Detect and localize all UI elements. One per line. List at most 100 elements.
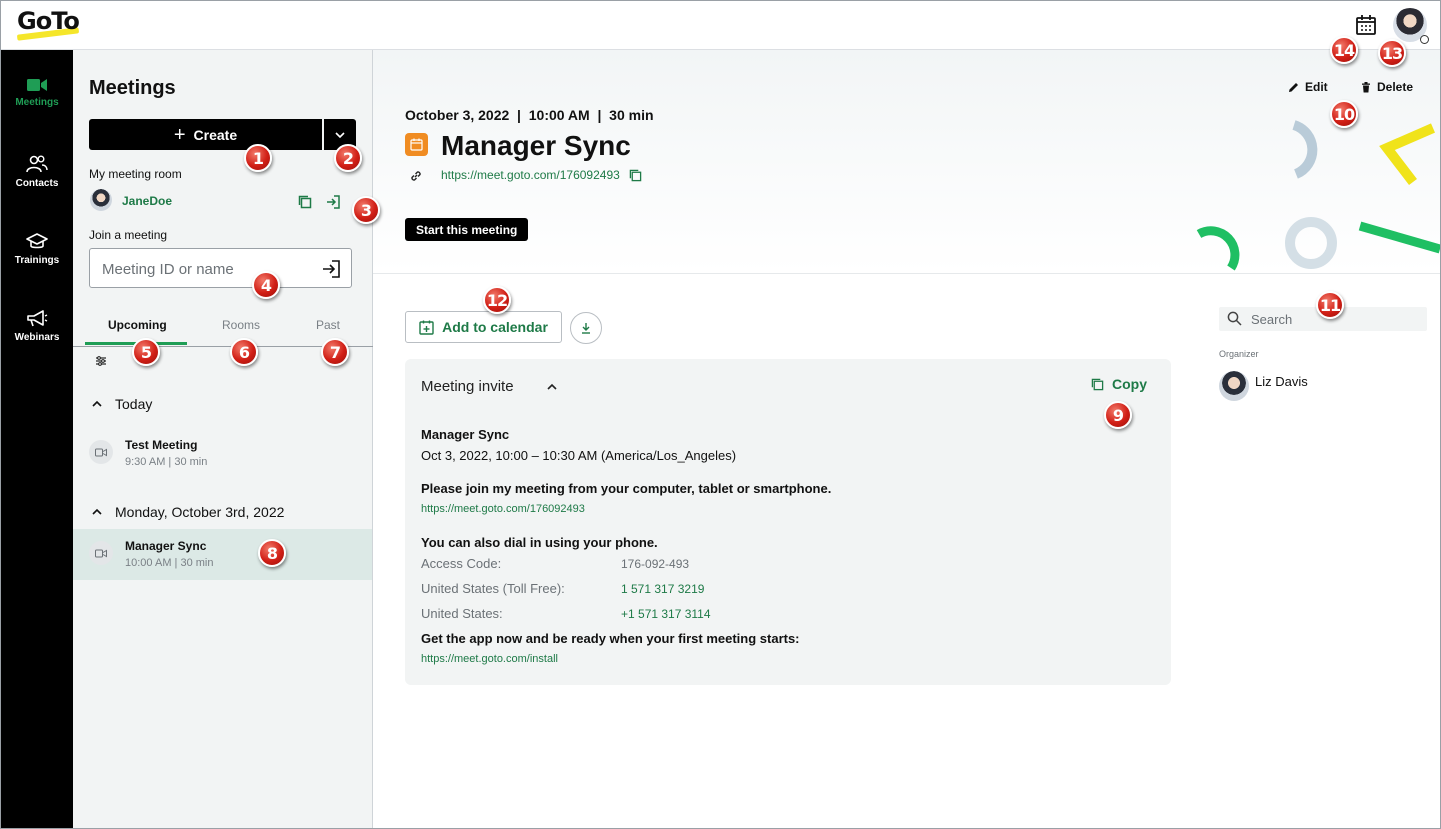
callout-9: 9 [1104, 401, 1132, 429]
group-header-today[interactable]: Today [91, 396, 152, 412]
tab-rooms[interactable]: Rooms [222, 318, 260, 332]
people-icon [26, 155, 48, 173]
room-avatar [90, 189, 112, 211]
start-meeting-button[interactable]: Start this meeting [405, 218, 529, 241]
pencil-icon [1289, 82, 1298, 92]
tollfree-number-link[interactable]: 1 571 317 3219 [621, 582, 704, 596]
callout-14: 14 [1330, 36, 1358, 64]
meeting-detail: Edit Delete October 3, 2022 | 10:00 AM |… [373, 50, 1440, 828]
my-room-label: My meeting room [89, 167, 182, 181]
logo-text: GoTo [17, 7, 80, 35]
meeting-list-item[interactable]: Test Meeting 9:30 AM | 30 min [73, 428, 372, 479]
video-camera-icon [89, 440, 113, 464]
nav-item-meetings[interactable]: Meetings [1, 77, 73, 108]
search-icon [1227, 311, 1242, 326]
invite-join-text: Please join my meeting from your compute… [421, 481, 832, 496]
decorative-shapes [1196, 120, 1440, 271]
access-code-label: Access Code: [421, 556, 502, 571]
add-calendar-label: Add to calendar [442, 319, 548, 335]
download-button[interactable] [570, 312, 602, 344]
create-label: Create [193, 126, 238, 143]
invite-when: Oct 3, 2022, 10:00 – 10:30 AM (America/L… [421, 448, 737, 463]
organizer-label: Organizer [1219, 349, 1259, 359]
nav-label: Webinars [14, 332, 60, 343]
callout-2: 2 [334, 144, 362, 172]
delete-label: Delete [1377, 80, 1414, 94]
join-meeting-field [89, 248, 352, 288]
edit-label: Edit [1305, 80, 1328, 94]
invite-heading: Meeting invite [421, 378, 514, 395]
room-name-link[interactable]: JaneDoe [122, 194, 172, 208]
callout-6: 6 [230, 338, 258, 366]
nav-item-trainings[interactable]: Trainings [1, 233, 73, 266]
meeting-invite-panel: Meeting invite Copy Manager Sync Oct 3, … [405, 359, 1171, 685]
group-heading: Today [115, 396, 153, 412]
tab-upcoming[interactable]: Upcoming [108, 318, 167, 332]
edit-button[interactable]: Edit [1288, 80, 1328, 94]
copy-icon[interactable] [629, 169, 642, 187]
us-number-link[interactable]: +1 571 317 3114 [621, 607, 711, 621]
copy-invite-button[interactable]: Copy [1091, 376, 1147, 392]
group-heading: Monday, October 3rd, 2022 [115, 504, 285, 520]
chevron-up-icon [92, 400, 102, 407]
nav-item-webinars[interactable]: Webinars [1, 310, 73, 343]
meeting-url-link[interactable]: https://meet.goto.com/176092493 [441, 168, 620, 182]
meeting-time: 9:30 AM | 30 min [125, 456, 208, 468]
meeting-time: 10:00 AM | 30 min [125, 557, 214, 569]
group-header-oct3[interactable]: Monday, October 3rd, 2022 [91, 504, 284, 520]
link-icon [409, 169, 423, 188]
invite-app-text: Get the app now and be ready when your f… [421, 631, 800, 646]
calendar-icon[interactable] [1355, 14, 1379, 38]
callout-4: 4 [252, 271, 280, 299]
delete-button[interactable]: Delete [1361, 80, 1413, 94]
tollfree-label: United States (Toll Free): [421, 581, 565, 596]
join-meeting-input[interactable] [102, 259, 312, 279]
create-button[interactable]: + Create [89, 119, 322, 150]
left-nav: Meetings Contacts Trainings Webinars [1, 50, 73, 828]
filter-icon[interactable] [95, 354, 107, 372]
us-number-label: United States: [421, 606, 503, 621]
invite-dial-text: You can also dial in using your phone. [421, 535, 658, 550]
meeting-header: Edit Delete October 3, 2022 | 10:00 AM |… [373, 50, 1440, 274]
megaphone-icon [27, 310, 48, 327]
top-bar: GoTo [1, 1, 1440, 50]
nav-label: Trainings [14, 255, 60, 266]
tab-past[interactable]: Past [316, 318, 340, 332]
copy-icon[interactable] [298, 195, 312, 214]
invite-install-link[interactable]: https://meet.goto.com/install [421, 653, 558, 665]
download-icon [582, 323, 590, 334]
trash-icon [1362, 81, 1370, 92]
callout-10: 10 [1330, 100, 1358, 128]
callout-13: 13 [1378, 39, 1406, 67]
add-to-calendar-button[interactable]: Add to calendar [405, 311, 562, 343]
callout-1: 1 [244, 144, 272, 172]
meeting-date-line: October 3, 2022 | 10:00 AM | 30 min [405, 107, 654, 123]
nav-label: Meetings [15, 97, 59, 108]
organizer-name: Liz Davis [1255, 374, 1308, 389]
callout-3: 3 [352, 196, 380, 224]
copy-label: Copy [1112, 376, 1147, 392]
invite-join-link[interactable]: https://meet.goto.com/176092493 [421, 503, 585, 515]
callout-8: 8 [258, 539, 286, 567]
presence-status-icon [1420, 35, 1429, 44]
goto-logo[interactable]: GoTo [15, 7, 85, 41]
callout-5: 5 [132, 338, 160, 366]
nav-item-contacts[interactable]: Contacts [1, 154, 73, 189]
meeting-title: Manager Sync [441, 130, 631, 161]
video-camera-icon [89, 541, 113, 565]
join-label: Join a meeting [89, 228, 168, 242]
sidebar-title: Meetings [89, 77, 176, 99]
chevron-down-icon [335, 131, 345, 138]
plus-icon: + [173, 123, 186, 146]
join-arrow-icon[interactable] [321, 259, 341, 279]
enter-room-icon[interactable] [325, 194, 341, 215]
organizer-avatar [1219, 371, 1249, 401]
access-code-value: 176-092-493 [621, 557, 690, 571]
meeting-title: Test Meeting [125, 438, 198, 452]
app-window: GoTo Meetings Contacts Trainings Webinar… [0, 0, 1441, 829]
callout-12: 12 [483, 286, 511, 314]
copy-icon [1091, 378, 1104, 390]
meetings-sidebar: Meetings + Create My meeting room JaneDo… [73, 50, 373, 828]
invite-toggle[interactable]: Meeting invite [421, 378, 558, 395]
meeting-list-item[interactable]: Manager Sync 10:00 AM | 30 min [73, 529, 372, 580]
